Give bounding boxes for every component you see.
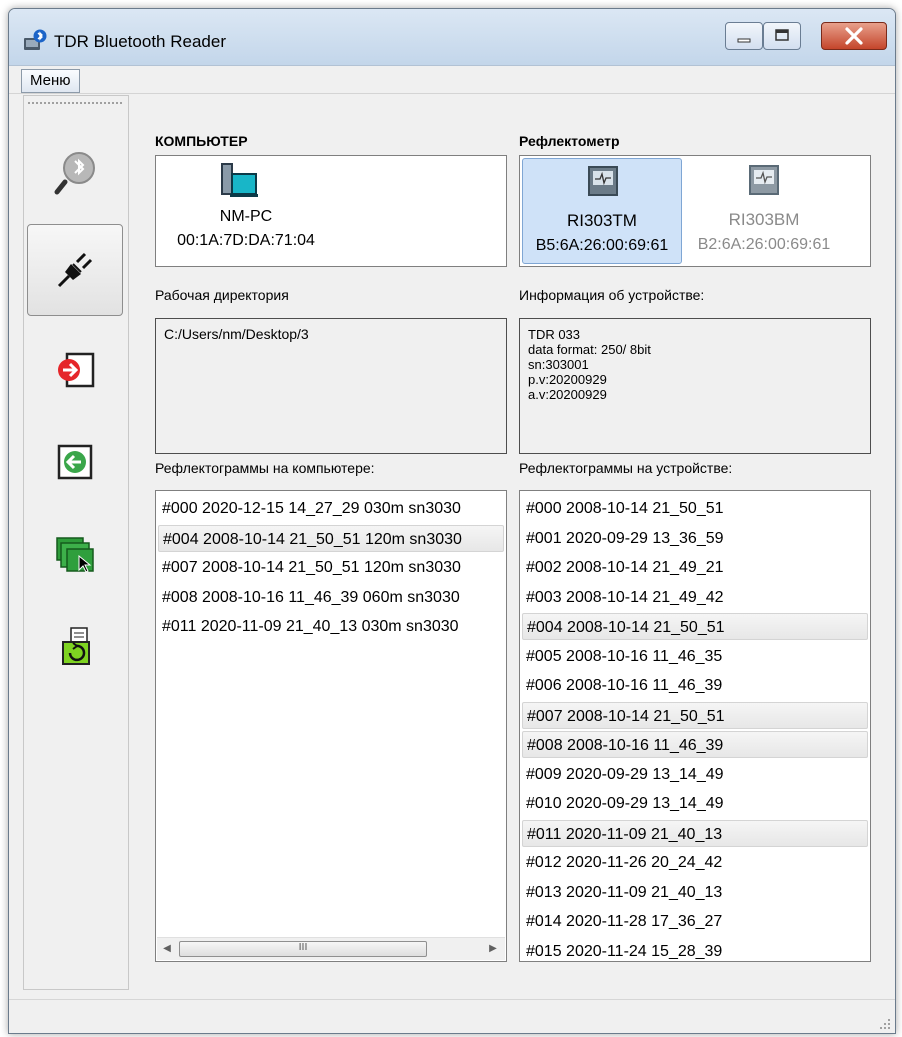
scrollbar-thumb[interactable]: III [179,941,427,957]
list-item[interactable]: #002 2008-10-14 21_49_21 [522,554,868,581]
computer-mac: 00:1A:7D:DA:71:04 [177,232,315,249]
sidebar-item-refresh[interactable] [27,600,123,692]
device-card-ri303bm[interactable]: RI303BM B2:6A:26:00:69:61 [684,158,844,264]
sidebar-item-import[interactable] [27,416,123,508]
menu-button[interactable]: Меню [21,69,80,93]
list-item[interactable]: #015 2020-11-24 15_28_39 [522,938,868,962]
device-info-label: Информация об устройстве: [519,287,705,303]
device-list-label: Рефлектограммы на устройстве: [519,460,733,476]
device-name: RI303TM [567,211,637,230]
list-item[interactable]: #011 2020-11-09 21_40_13 [522,819,868,847]
reflectometer-heading: Рефлектометр [519,133,620,149]
list-item[interactable]: #004 2008-10-14 21_50_51 120m sn3030 [158,524,504,552]
device-name: RI303BM [728,210,800,229]
list-item[interactable]: #008 2008-10-16 11_46_39 060m sn3030 [158,584,504,611]
list-item[interactable]: #013 2020-11-09 21_40_13 [522,879,868,906]
sidebar-item-export[interactable] [27,324,123,416]
pc-reflectogram-list[interactable]: #000 2020-12-15 14_27_29 030m sn3030 #004… [155,490,507,962]
sidebar-item-connect[interactable] [27,224,123,316]
close-button[interactable] [821,22,887,50]
scrollbar-grip: III [298,942,308,953]
sidebar-item-open-folder[interactable] [27,508,123,600]
scroll-right-icon[interactable]: ▶ [485,941,501,957]
list-item[interactable]: #000 2020-12-15 14_27_29 030m sn3030 [158,495,504,522]
resize-grip-icon[interactable] [879,1018,891,1030]
list-item[interactable]: #001 2020-09-29 13_36_59 [522,525,868,552]
list-item[interactable]: #014 2020-11-28 17_36_27 [522,908,868,935]
plug-icon [57,252,93,288]
computer-name: NM-PC [219,208,273,225]
computer-heading: КОМПЬЮТЕР [155,133,248,149]
list-item[interactable]: #004 2008-10-14 21_50_51 [522,613,868,640]
list-item[interactable]: #000 2008-10-14 21_50_51 [522,495,868,522]
list-item[interactable]: #003 2008-10-14 21_49_42 [522,584,868,611]
horizontal-scrollbar[interactable]: ◀ III ▶ [157,937,505,960]
menu-bar: Меню [9,66,895,94]
pc-list-label: Рефлектограммы на компьютере: [155,460,375,476]
computer-panel: NM-PC 00:1A:7D:DA:71:04 [155,155,507,267]
list-item[interactable]: #006 2008-10-16 11_46_39 [522,672,868,699]
list-item[interactable]: #010 2020-09-29 13_14_49 [522,790,868,817]
workdir-label: Рабочая директория [155,287,289,303]
import-green-arrow-icon [57,444,93,480]
maximize-icon [775,29,789,41]
device-card-ri303tm[interactable]: RI303TM B5:6A:26:00:69:61 [522,158,682,264]
close-icon [845,27,863,45]
maximize-button[interactable] [763,22,801,50]
minimize-button[interactable] [725,22,763,50]
title-bar[interactable]: TDR Bluetooth Reader [9,9,895,66]
list-item[interactable]: #011 2020-11-09 21_40_13 030m sn3030 [158,613,504,640]
device-mac: B2:6A:26:00:69:61 [697,236,831,253]
list-item[interactable]: #007 2008-10-14 21_50_51 [522,701,868,729]
bluetooth-magnifier-icon [54,152,95,195]
export-red-arrow-icon [58,352,95,388]
device-info-panel: TDR 033 data format: 250/ 8bit sn:303001… [519,318,871,454]
app-window: TDR Bluetooth Reader Меню КОМПЬЮТЕР Рефл… [8,8,896,1034]
workdir-path: C:/Users/nm/Desktop/3 [164,326,309,342]
list-item[interactable]: #005 2008-10-16 11_46_35 [522,643,868,670]
window-title: TDR Bluetooth Reader [54,32,226,51]
scroll-left-icon[interactable]: ◀ [159,941,175,957]
minimize-icon [737,38,751,43]
list-item[interactable]: #007 2008-10-14 21_50_51 120m sn3030 [158,554,504,581]
computer-icon [221,163,258,197]
device-info-text: TDR 033 data format: 250/ 8bit sn:303001… [528,327,651,402]
device-mac: B5:6A:26:00:69:61 [535,237,669,254]
app-bluetooth-icon [24,29,47,50]
sidebar-grip[interactable] [28,102,122,104]
folder-cursor-icon [56,537,94,573]
sidebar [23,95,129,990]
sidebar-item-bluetooth-search[interactable] [27,126,123,218]
workdir-panel: C:/Users/nm/Desktop/3 [155,318,507,454]
reflectometer-icon [749,165,779,195]
device-reflectogram-list[interactable]: #000 2008-10-14 21_50_51 #001 2020-09-29 … [519,490,871,962]
list-item[interactable]: #012 2020-11-26 20_24_42 [522,849,868,876]
reflectometer-icon [588,166,618,196]
list-item[interactable]: #009 2020-09-29 13_14_49 [522,761,868,788]
status-bar [9,999,895,1033]
list-item[interactable]: #008 2008-10-16 11_46_39 [522,731,868,758]
reflectometer-panel: RI303TM B5:6A:26:00:69:61 RI303BM B2:6A:… [519,155,871,267]
refresh-document-icon [62,627,90,665]
